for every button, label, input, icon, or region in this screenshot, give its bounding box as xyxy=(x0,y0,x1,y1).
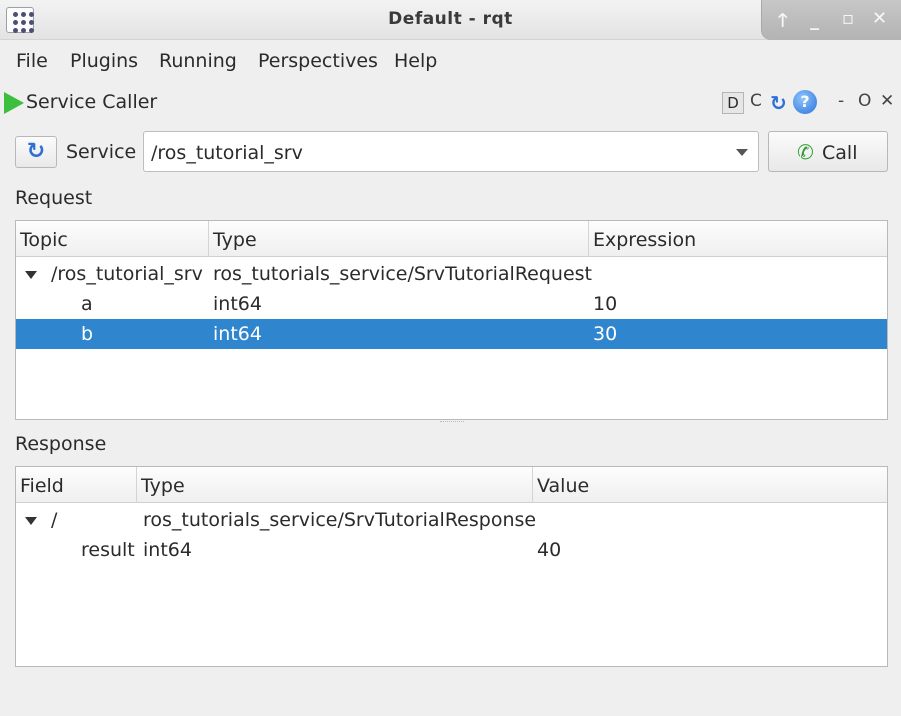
service-dropdown-value: /ros_tutorial_srv xyxy=(151,142,303,164)
type-cell: ros_tutorials_service/SrvTutorialRespons… xyxy=(143,509,537,531)
minimize-plugin-button[interactable]: - xyxy=(838,91,844,111)
expression-cell[interactable]: 10 xyxy=(593,293,617,315)
topic-cell: /ros_tutorial_srv xyxy=(51,263,203,285)
keep-above-icon[interactable]: 🡑 xyxy=(778,8,787,38)
menu-plugins[interactable]: Plugins xyxy=(70,50,138,72)
phone-icon: ✆ xyxy=(797,140,814,164)
chevron-down-icon xyxy=(736,149,748,156)
response-table-header: Field Type Value xyxy=(16,467,887,503)
service-label: Service xyxy=(66,141,137,163)
play-icon xyxy=(4,92,24,114)
call-button-label: Call xyxy=(822,142,858,164)
minimize-icon[interactable]: _ xyxy=(810,10,819,31)
call-button[interactable]: ✆ Call xyxy=(768,131,888,172)
column-header-field[interactable]: Field xyxy=(16,467,137,503)
column-header-type[interactable]: Type xyxy=(209,221,589,257)
type-cell: int64 xyxy=(213,323,262,345)
refresh-icon: ↻ xyxy=(26,139,46,164)
splitter-handle[interactable] xyxy=(440,421,464,423)
config-button[interactable]: C xyxy=(750,91,762,111)
dock-button[interactable]: D xyxy=(722,92,744,114)
float-plugin-button[interactable]: O xyxy=(858,91,871,111)
type-cell: ros_tutorials_service/SrvTutorialRequest xyxy=(213,263,592,285)
type-cell: int64 xyxy=(143,539,192,561)
request-table-header: Topic Type Expression xyxy=(16,221,887,257)
expand-arrow-icon[interactable] xyxy=(25,517,37,525)
service-dropdown[interactable]: /ros_tutorial_srv xyxy=(143,131,759,172)
plugin-header: Service Caller D C ↻ ? - O ✕ xyxy=(0,88,901,120)
refresh-services-button[interactable]: ↻ xyxy=(15,136,57,168)
menu-running[interactable]: Running xyxy=(159,50,237,72)
type-cell: int64 xyxy=(213,293,262,315)
topic-cell: b xyxy=(81,323,94,345)
value-cell: 40 xyxy=(537,539,562,561)
topic-cell: a xyxy=(81,293,93,315)
column-header-topic[interactable]: Topic xyxy=(16,221,209,257)
column-header-expression[interactable]: Expression xyxy=(589,221,887,257)
close-icon[interactable]: ✕ xyxy=(872,8,887,29)
menu-file[interactable]: File xyxy=(16,50,48,72)
expand-arrow-icon[interactable] xyxy=(25,271,37,279)
request-label: Request xyxy=(15,187,93,209)
column-header-type[interactable]: Type xyxy=(137,467,533,503)
maximize-icon[interactable]: ▫ xyxy=(842,8,854,29)
menu-perspectives[interactable]: Perspectives xyxy=(258,50,378,72)
plugin-title: Service Caller xyxy=(26,91,158,113)
table-row[interactable]: / ros_tutorials_service/SrvTutorialRespo… xyxy=(16,505,887,535)
response-tree[interactable]: Field Type Value / ros_tutorials_service… xyxy=(15,466,888,667)
table-row[interactable]: /ros_tutorial_srv ros_tutorials_service/… xyxy=(16,259,887,289)
menu-bar: File Plugins Running Perspectives Help xyxy=(0,44,901,80)
field-cell: result xyxy=(81,539,135,561)
expression-cell[interactable]: 30 xyxy=(593,323,617,345)
title-bar: Default - rqt 🡑 _ ▫ ✕ xyxy=(0,0,901,40)
reload-icon[interactable]: ↻ xyxy=(770,91,787,115)
field-cell: / xyxy=(51,509,58,531)
table-row[interactable]: a int64 10 xyxy=(16,289,887,319)
menu-help[interactable]: Help xyxy=(394,50,437,72)
close-plugin-button[interactable]: ✕ xyxy=(880,91,894,111)
column-header-value[interactable]: Value xyxy=(533,467,887,503)
help-icon[interactable]: ? xyxy=(793,90,817,114)
window-controls: 🡑 _ ▫ ✕ xyxy=(761,0,901,40)
request-tree[interactable]: Topic Type Expression /ros_tutorial_srv … xyxy=(15,220,888,420)
table-row[interactable]: result int64 40 xyxy=(16,535,887,565)
table-row-selected[interactable]: b int64 30 xyxy=(16,319,887,349)
response-label: Response xyxy=(15,433,107,455)
